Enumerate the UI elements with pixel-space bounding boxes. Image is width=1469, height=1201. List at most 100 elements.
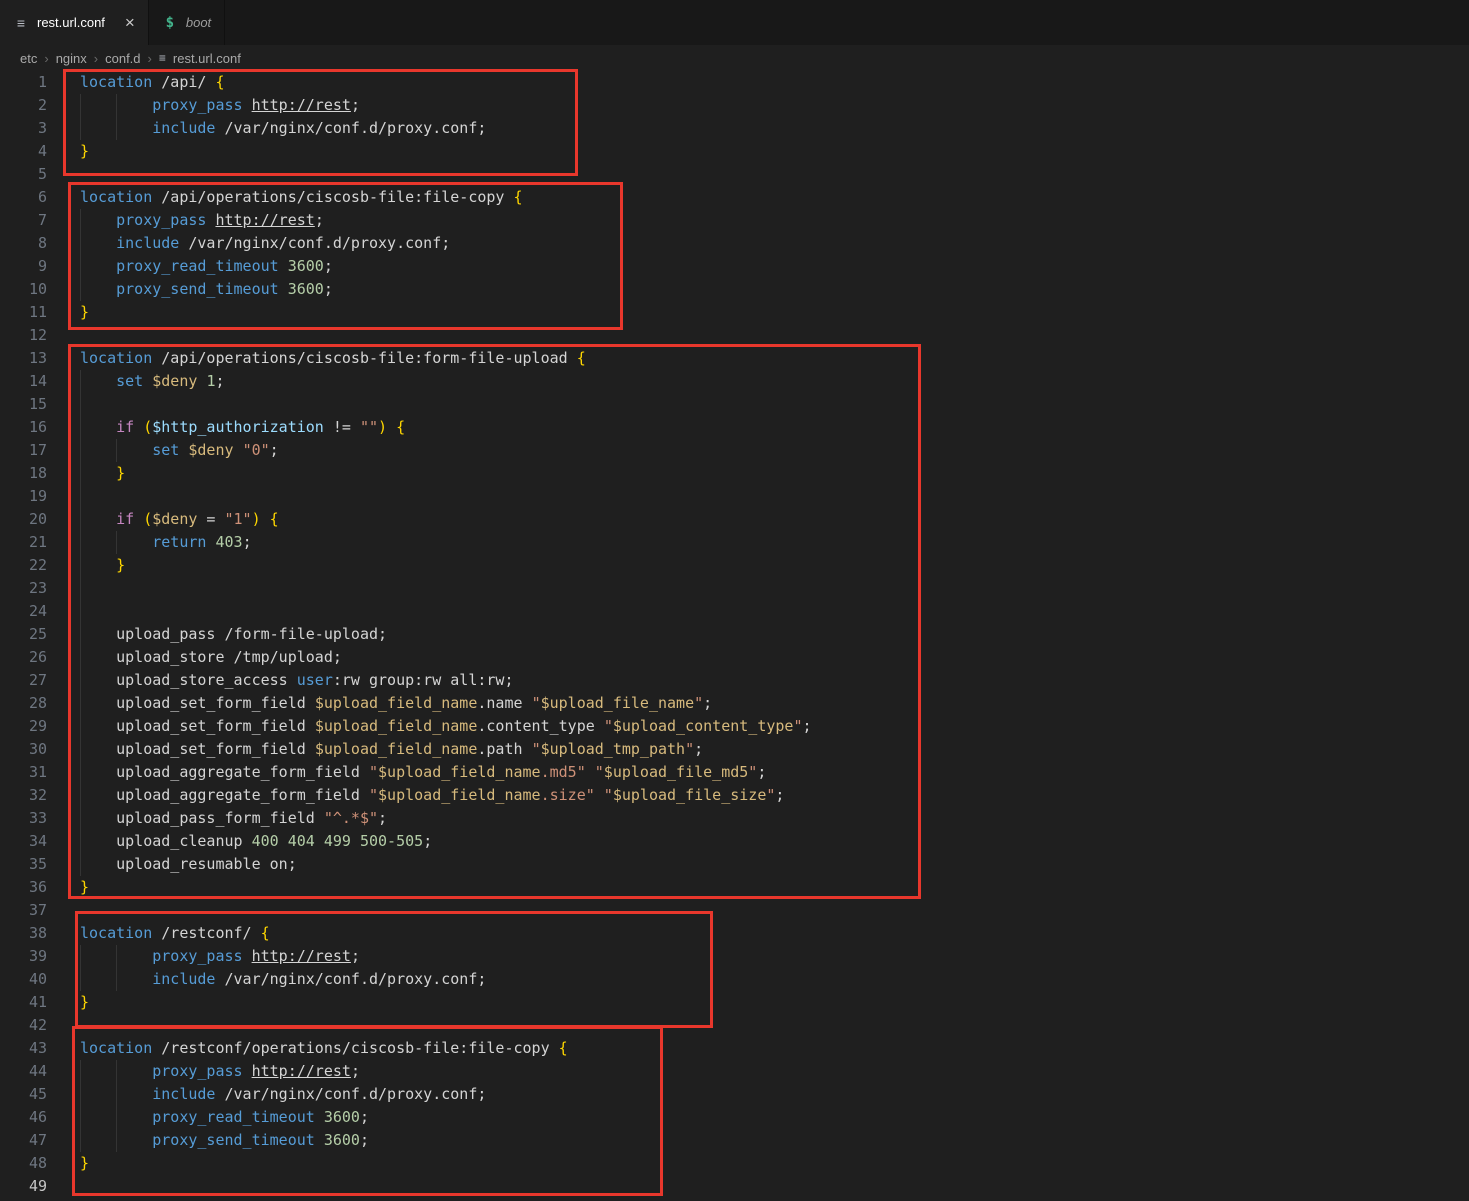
code-line[interactable]: 21 return 403; <box>0 531 1469 554</box>
code-line[interactable]: 46 proxy_read_timeout 3600; <box>0 1106 1469 1129</box>
code-text[interactable] <box>80 899 1469 922</box>
code-line[interactable]: 37 <box>0 899 1469 922</box>
code-line[interactable]: 7 proxy_pass http://rest; <box>0 209 1469 232</box>
code-text[interactable] <box>80 1014 1469 1037</box>
code-line[interactable]: 13 location /api/operations/ciscosb-file:… <box>0 347 1469 370</box>
code-text[interactable]: proxy_pass http://rest; <box>80 209 1469 232</box>
code-text[interactable]: proxy_pass http://rest; <box>80 94 1469 117</box>
code-text[interactable]: upload_store_access user:rw group:rw all… <box>80 669 1469 692</box>
code-line[interactable]: 22 } <box>0 554 1469 577</box>
code-text[interactable]: upload_aggregate_form_field "$upload_fie… <box>80 784 1469 807</box>
code-text[interactable]: set $deny 1; <box>80 370 1469 393</box>
code-text[interactable]: proxy_send_timeout 3600; <box>80 278 1469 301</box>
code-text[interactable]: upload_store /tmp/upload; <box>80 646 1469 669</box>
code-text[interactable]: upload_aggregate_form_field "$upload_fie… <box>80 761 1469 784</box>
code-text[interactable]: upload_pass /form-file-upload; <box>80 623 1469 646</box>
code-line[interactable]: 25 upload_pass /form-file-upload; <box>0 623 1469 646</box>
code-text[interactable]: } <box>80 1152 1469 1175</box>
code-text[interactable]: } <box>80 301 1469 324</box>
code-text[interactable]: include /var/nginx/conf.d/proxy.conf; <box>80 968 1469 991</box>
code-line[interactable]: 34 upload_cleanup 400 404 499 500-505; <box>0 830 1469 853</box>
code-text[interactable]: upload_set_form_field $upload_field_name… <box>80 715 1469 738</box>
code-editor[interactable]: 1 location /api/ {2 proxy_pass http://res… <box>0 71 1469 1198</box>
code-line[interactable]: 45 include /var/nginx/conf.d/proxy.conf; <box>0 1083 1469 1106</box>
code-text[interactable]: include /var/nginx/conf.d/proxy.conf; <box>80 1083 1469 1106</box>
code-line[interactable]: 19 <box>0 485 1469 508</box>
code-text[interactable]: } <box>80 876 1469 899</box>
code-text[interactable] <box>80 393 1469 416</box>
code-text[interactable]: } <box>80 140 1469 163</box>
code-line[interactable]: 1 location /api/ { <box>0 71 1469 94</box>
code-text[interactable]: if ($deny = "1") { <box>80 508 1469 531</box>
code-text[interactable] <box>80 577 1469 600</box>
close-icon[interactable]: × <box>125 14 135 31</box>
breadcrumb-item-nginx[interactable]: nginx <box>56 51 87 66</box>
code-line[interactable]: 27 upload_store_access user:rw group:rw … <box>0 669 1469 692</box>
code-line[interactable]: 14 set $deny 1; <box>0 370 1469 393</box>
code-text[interactable]: upload_resumable on; <box>80 853 1469 876</box>
code-line[interactable]: 17 set $deny "0"; <box>0 439 1469 462</box>
code-line[interactable]: 20 if ($deny = "1") { <box>0 508 1469 531</box>
code-text[interactable]: location /api/operations/ciscosb-file:fo… <box>80 347 1469 370</box>
code-line[interactable]: 16 if ($http_authorization != "") { <box>0 416 1469 439</box>
code-text[interactable]: include /var/nginx/conf.d/proxy.conf; <box>80 232 1469 255</box>
code-area[interactable]: 1 location /api/ {2 proxy_pass http://res… <box>0 71 1469 1198</box>
code-text[interactable]: upload_set_form_field $upload_field_name… <box>80 738 1469 761</box>
code-line[interactable]: 6 location /api/operations/ciscosb-file:f… <box>0 186 1469 209</box>
code-text[interactable]: upload_set_form_field $upload_field_name… <box>80 692 1469 715</box>
code-line[interactable]: 30 upload_set_form_field $upload_field_n… <box>0 738 1469 761</box>
code-line[interactable]: 40 include /var/nginx/conf.d/proxy.conf; <box>0 968 1469 991</box>
code-text[interactable]: location /restconf/ { <box>80 922 1469 945</box>
code-line[interactable]: 9 proxy_read_timeout 3600; <box>0 255 1469 278</box>
code-text[interactable]: } <box>80 462 1469 485</box>
code-line[interactable]: 12 <box>0 324 1469 347</box>
code-text[interactable]: return 403; <box>80 531 1469 554</box>
tab-boot[interactable]: $ boot <box>148 0 226 45</box>
code-line[interactable]: 11} <box>0 301 1469 324</box>
code-text[interactable]: set $deny "0"; <box>80 439 1469 462</box>
breadcrumb-item-confd[interactable]: conf.d <box>105 51 140 66</box>
code-line[interactable]: 33 upload_pass_form_field "^.*$"; <box>0 807 1469 830</box>
code-text[interactable]: } <box>80 554 1469 577</box>
code-text[interactable]: location /api/operations/ciscosb-file:fi… <box>80 186 1469 209</box>
code-line[interactable]: 31 upload_aggregate_form_field "$upload_… <box>0 761 1469 784</box>
breadcrumb-item-etc[interactable]: etc <box>20 51 37 66</box>
code-line[interactable]: 4} <box>0 140 1469 163</box>
code-line[interactable]: 15 <box>0 393 1469 416</box>
code-line[interactable]: 3 include /var/nginx/conf.d/proxy.conf; <box>0 117 1469 140</box>
code-text[interactable]: proxy_read_timeout 3600; <box>80 255 1469 278</box>
code-line[interactable]: 39 proxy_pass http://rest; <box>0 945 1469 968</box>
code-text[interactable]: upload_cleanup 400 404 499 500-505; <box>80 830 1469 853</box>
code-line[interactable]: 5 <box>0 163 1469 186</box>
code-line[interactable]: 47 proxy_send_timeout 3600; <box>0 1129 1469 1152</box>
code-line[interactable]: 29 upload_set_form_field $upload_field_n… <box>0 715 1469 738</box>
code-text[interactable]: proxy_pass http://rest; <box>80 1060 1469 1083</box>
code-line[interactable]: 43 location /restconf/operations/ciscosb-… <box>0 1037 1469 1060</box>
code-text[interactable]: proxy_send_timeout 3600; <box>80 1129 1469 1152</box>
code-text[interactable]: proxy_pass http://rest; <box>80 945 1469 968</box>
code-line[interactable]: 41} <box>0 991 1469 1014</box>
code-text[interactable] <box>80 163 1469 186</box>
code-line[interactable]: 44 proxy_pass http://rest; <box>0 1060 1469 1083</box>
code-text[interactable]: if ($http_authorization != "") { <box>80 416 1469 439</box>
code-text[interactable]: location /api/ { <box>80 71 1469 94</box>
code-line[interactable]: 28 upload_set_form_field $upload_field_n… <box>0 692 1469 715</box>
code-line[interactable]: 18 } <box>0 462 1469 485</box>
code-line[interactable]: 38 location /restconf/ { <box>0 922 1469 945</box>
code-text[interactable] <box>80 600 1469 623</box>
code-text[interactable]: } <box>80 991 1469 1014</box>
code-line[interactable]: 49 <box>0 1175 1469 1198</box>
code-text[interactable]: location /restconf/operations/ciscosb-fi… <box>80 1037 1469 1060</box>
code-line[interactable]: 36} <box>0 876 1469 899</box>
code-line[interactable]: 26 upload_store /tmp/upload; <box>0 646 1469 669</box>
tab-rest-url-conf[interactable]: ≡ rest.url.conf × <box>0 0 149 45</box>
code-line[interactable]: 8 include /var/nginx/conf.d/proxy.conf; <box>0 232 1469 255</box>
code-line[interactable]: 48} <box>0 1152 1469 1175</box>
code-line[interactable]: 2 proxy_pass http://rest; <box>0 94 1469 117</box>
code-text[interactable] <box>80 1175 1469 1198</box>
code-line[interactable]: 10 proxy_send_timeout 3600; <box>0 278 1469 301</box>
code-line[interactable]: 24 <box>0 600 1469 623</box>
code-line[interactable]: 23 <box>0 577 1469 600</box>
code-text[interactable]: include /var/nginx/conf.d/proxy.conf; <box>80 117 1469 140</box>
code-text[interactable] <box>80 485 1469 508</box>
